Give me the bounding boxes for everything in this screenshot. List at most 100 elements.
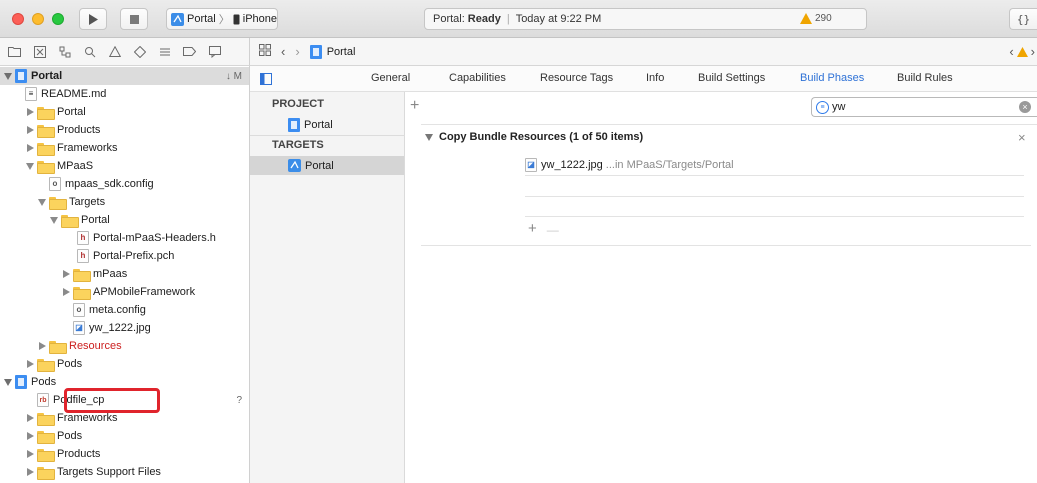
disclosure-closed-icon[interactable] [62, 270, 70, 278]
project-item[interactable]: Portal [250, 115, 404, 134]
find-navigator-tab[interactable] [83, 45, 96, 58]
disclosure-open-icon[interactable] [4, 378, 12, 386]
report-navigator-tab[interactable] [208, 45, 221, 58]
add-resource-button[interactable]: + [528, 220, 537, 237]
tree-item-targets-support[interactable]: Targets Support Files [0, 463, 249, 481]
related-items-icon[interactable] [259, 44, 271, 59]
tree-item-mpaas-sdk-config[interactable]: o mpaas_sdk.config [0, 175, 249, 193]
tree-item-mpaas-sub[interactable]: mPaas [0, 265, 249, 283]
source-control-tab[interactable] [33, 45, 46, 58]
folder-icon [37, 106, 55, 120]
minimize-window-button[interactable] [32, 13, 44, 25]
add-phase-button[interactable]: + [410, 97, 419, 115]
remove-resource-button[interactable]: — [547, 220, 559, 237]
tree-item-apmobileframework[interactable]: APMobileFramework [0, 283, 249, 301]
tree-item-meta-config[interactable]: o meta.config [0, 301, 249, 319]
disclosure-closed-icon[interactable] [26, 108, 34, 116]
tree-item-yw-image[interactable]: ◪ yw_1222.jpg [0, 319, 249, 337]
tab-general[interactable]: General [371, 72, 410, 84]
disclosure-closed-icon[interactable] [26, 144, 34, 152]
test-navigator-tab[interactable] [133, 45, 146, 58]
tree-item-label: Targets [69, 196, 106, 208]
tree-item-readme[interactable]: ≡ README.md [0, 85, 249, 103]
filter-icon: ≡ [816, 100, 829, 114]
tree-item-label: Pods [57, 358, 83, 370]
code-snippet-button[interactable]: {} [1009, 8, 1037, 30]
disclosure-closed-icon[interactable] [26, 126, 34, 134]
disclosure-closed-icon[interactable] [26, 450, 34, 458]
tree-item-prefix-pch[interactable]: h Portal-Prefix.pch [0, 247, 249, 265]
tree-item-pods-pods[interactable]: Pods [0, 427, 249, 445]
diamond-icon [133, 45, 146, 58]
image-file-icon: ◪ [525, 158, 537, 172]
disclosure-open-icon[interactable] [50, 216, 58, 224]
forward-arrow-icon[interactable]: › [295, 44, 299, 59]
tree-item-mpaas[interactable]: MPaaS [0, 157, 249, 175]
close-window-button[interactable] [12, 13, 24, 25]
tree-item-headers-h[interactable]: h Portal-mPaaS-Headers.h [0, 229, 249, 247]
zoom-window-button[interactable] [52, 13, 64, 25]
tree-item-label: Frameworks [57, 412, 118, 424]
tab-capabilities[interactable]: Capabilities [449, 72, 506, 84]
navigator-selector-bar [0, 38, 250, 66]
source-control-status: ↓ M [225, 70, 242, 82]
delete-phase-button[interactable]: × [1018, 130, 1026, 145]
tree-item-frameworks[interactable]: Frameworks [0, 139, 249, 157]
folder-icon [37, 160, 55, 174]
tab-build-settings[interactable]: Build Settings [698, 72, 765, 84]
tree-item-portal-folder[interactable]: Portal [0, 211, 249, 229]
disclosure-closed-icon[interactable] [26, 468, 34, 476]
status-time: Today at 9:22 PM [515, 13, 602, 25]
disclosure-closed-icon[interactable] [26, 432, 34, 440]
pane-divider [250, 135, 405, 136]
jump-bar-label: Portal [326, 45, 356, 58]
tree-item-label: MPaaS [57, 160, 94, 172]
tree-item-resources[interactable]: Resources [0, 337, 249, 355]
disclosure-closed-icon[interactable] [26, 360, 34, 368]
filter-input[interactable]: ≡ yw × [811, 97, 1037, 117]
tree-item-portal-project[interactable]: Portal ↓ M [0, 67, 249, 85]
tree-item-label: Portal [57, 106, 86, 118]
disclosure-closed-icon[interactable] [26, 414, 34, 422]
stop-button[interactable] [120, 8, 148, 30]
issue-navigator-tab[interactable] [108, 45, 121, 58]
project-navigator-tab[interactable] [8, 45, 21, 58]
tree-item-pods-group[interactable]: Pods [0, 355, 249, 373]
divider [525, 196, 1024, 197]
clear-filter-icon[interactable]: × [1019, 101, 1031, 113]
back-arrow-icon[interactable]: ‹ [281, 44, 285, 59]
search-icon [84, 46, 95, 57]
disclosure-open-icon[interactable] [4, 72, 12, 80]
breakpoint-navigator-tab[interactable] [183, 45, 196, 58]
app-icon [288, 159, 301, 172]
tab-info[interactable]: Info [646, 72, 664, 84]
copy-bundle-resources-header[interactable]: Copy Bundle Resources (1 of 50 items) [425, 131, 643, 143]
scheme-selector[interactable]: Portal 〉 iPhone [166, 8, 278, 30]
jump-bar-file[interactable]: Portal [309, 44, 356, 59]
folder-icon [37, 124, 55, 138]
divider [421, 245, 1031, 246]
disclosure-closed-icon[interactable] [62, 288, 70, 296]
disclosure-open-icon[interactable] [26, 162, 34, 170]
disclosure-open-icon[interactable] [38, 198, 46, 206]
divider [525, 216, 1024, 217]
target-item[interactable]: Portal [250, 156, 404, 175]
tree-item-pods-products[interactable]: Products [0, 445, 249, 463]
disclosure-closed-icon[interactable] [38, 342, 46, 350]
tree-item-products[interactable]: Products [0, 121, 249, 139]
symbol-navigator-tab[interactable] [58, 45, 71, 58]
tree-item-targets[interactable]: Targets [0, 193, 249, 211]
tab-resource-tags[interactable]: Resource Tags [540, 72, 613, 84]
disclosure-open-icon[interactable] [425, 133, 433, 141]
editor-tab-bar: General Capabilities Resource Tags Info … [250, 66, 1037, 92]
tree-item-label: Portal-Prefix.pch [93, 250, 175, 262]
issue-nav-arrows[interactable]: ‹ › [1009, 44, 1035, 59]
resource-row[interactable]: ◪ yw_1222.jpg ...in MPaaS/Targets/Portal [525, 158, 734, 172]
sidebar-toggle-icon[interactable] [260, 73, 272, 88]
tab-build-phases[interactable]: Build Phases [800, 72, 864, 84]
tab-build-rules[interactable]: Build Rules [897, 72, 953, 84]
run-button[interactable] [79, 8, 107, 30]
debug-navigator-tab[interactable] [158, 45, 171, 58]
warnings-badge[interactable]: 290 [800, 13, 832, 24]
tree-item-portal-group[interactable]: Portal [0, 103, 249, 121]
